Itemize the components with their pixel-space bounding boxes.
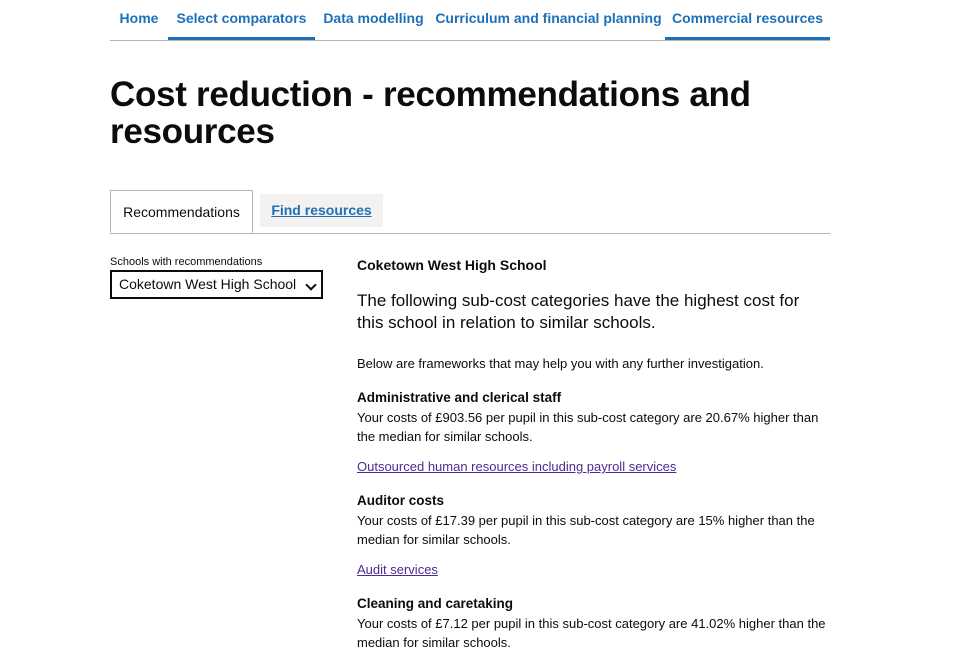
school-select[interactable]: Coketown West High School [110, 270, 323, 299]
recommendation-link[interactable]: Outsourced human resources including pay… [357, 458, 676, 476]
school-name: Coketown West High School [357, 257, 547, 273]
lead-paragraph: The following sub-cost categories have t… [357, 291, 800, 332]
intro-paragraph: Below are frameworks that may help you w… [357, 356, 764, 371]
recommendation-item: Cleaning and caretaking Your costs of £7… [357, 595, 830, 652]
tab-recommendations[interactable]: Recommendations [110, 190, 253, 233]
top-navigation: Home Select comparators Data modelling C… [110, 0, 830, 41]
tab-list: Recommendations Find resources [110, 190, 830, 234]
school-select-value: Coketown West High School [119, 276, 297, 292]
nav-select-comparators[interactable]: Select comparators [168, 0, 315, 40]
recommendation-text: Your costs of £7.12 per pupil in this su… [357, 616, 826, 650]
recommendation-text: Your costs of £17.39 per pupil in this s… [357, 513, 815, 547]
nav-home[interactable]: Home [110, 0, 168, 37]
recommendations-panel: Coketown West High School The following … [357, 256, 830, 652]
nav-commercial-resources[interactable]: Commercial resources [665, 0, 830, 40]
recommendation-link[interactable]: Audit services [357, 561, 438, 579]
page: Home Select comparators Data modelling C… [0, 0, 960, 650]
school-select-label: Schools with recommendations [110, 256, 263, 268]
recommendation-title: Administrative and clerical staff [357, 390, 562, 405]
recommendation-item: Auditor costs Your costs of £17.39 per p… [357, 492, 830, 579]
recommendation-item: Administrative and clerical staff Your c… [357, 389, 830, 476]
recommendation-title: Cleaning and caretaking [357, 596, 514, 611]
nav-data-modelling[interactable]: Data modelling [315, 0, 432, 37]
recommendation-title: Auditor costs [357, 493, 445, 508]
page-title: Cost reduction - recommendations and res… [110, 75, 751, 151]
chevron-down-icon [305, 279, 317, 291]
nav-curriculum-financial-planning[interactable]: Curriculum and financial planning [432, 0, 665, 37]
tab-find-resources[interactable]: Find resources [260, 194, 383, 227]
recommendation-text: Your costs of £903.56 per pupil in this … [357, 410, 819, 444]
